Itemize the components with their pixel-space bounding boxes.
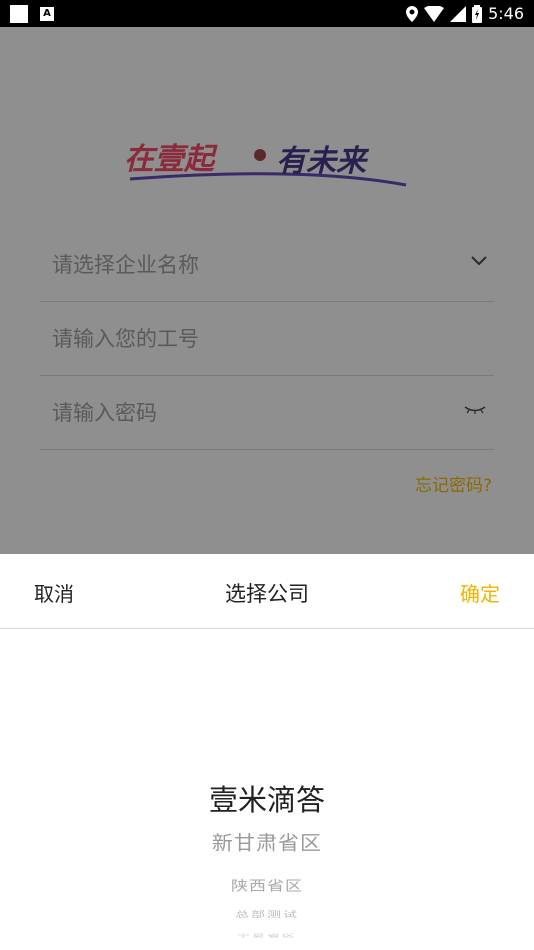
password-placeholder: 请输入密码 (52, 401, 157, 425)
signal-icon (450, 5, 467, 22)
wifi-icon (424, 5, 445, 22)
status-time: 5:46 (488, 4, 524, 23)
picker-option-selected[interactable]: 壹米滴答 (0, 777, 534, 819)
svg-text:在壹起: 在壹起 (124, 142, 218, 177)
employee-id-field[interactable]: 请输入您的工号 (40, 301, 494, 376)
forgot-password-link[interactable]: 忘记密码? (415, 471, 492, 496)
battery-icon (472, 4, 483, 23)
company-picker-sheet: 取消 选择公司 确定 壹米滴答 新甘肃省区 陕西省区 总部测试 宁夏省区 (0, 554, 534, 950)
password-field[interactable]: 请输入密码 (40, 375, 494, 450)
picker-option[interactable]: 宁夏省区 (0, 933, 534, 939)
notification-icon (10, 5, 28, 23)
location-icon (406, 5, 419, 22)
picker-option[interactable]: 总部测试 (0, 909, 534, 920)
company-picker-wheel[interactable]: 壹米滴答 新甘肃省区 陕西省区 总部测试 宁夏省区 (0, 629, 534, 950)
employee-id-placeholder: 请输入您的工号 (52, 327, 199, 351)
chevron-down-icon (471, 256, 487, 266)
app-notification-icon: A (40, 7, 54, 21)
picker-option[interactable]: 新甘肃省区 (0, 828, 534, 856)
login-form: 在壹起 有未来 请选择企业名称 请输入您的工号 请输入密码 忘记密码? (0, 27, 534, 554)
company-select[interactable]: 请选择企业名称 (40, 227, 494, 302)
company-placeholder: 请选择企业名称 (52, 253, 199, 277)
sheet-title: 选择公司 (225, 582, 309, 606)
brand-logo: 在壹起 有未来 (124, 142, 407, 187)
svg-text:有未来: 有未来 (276, 144, 370, 179)
confirm-button[interactable]: 确定 (460, 578, 500, 607)
eye-closed-icon[interactable] (464, 405, 486, 415)
picker-option[interactable]: 陕西省区 (0, 875, 534, 895)
sheet-header: 取消 选择公司 确定 (0, 554, 534, 629)
status-bar: A 5:46 (0, 0, 534, 27)
